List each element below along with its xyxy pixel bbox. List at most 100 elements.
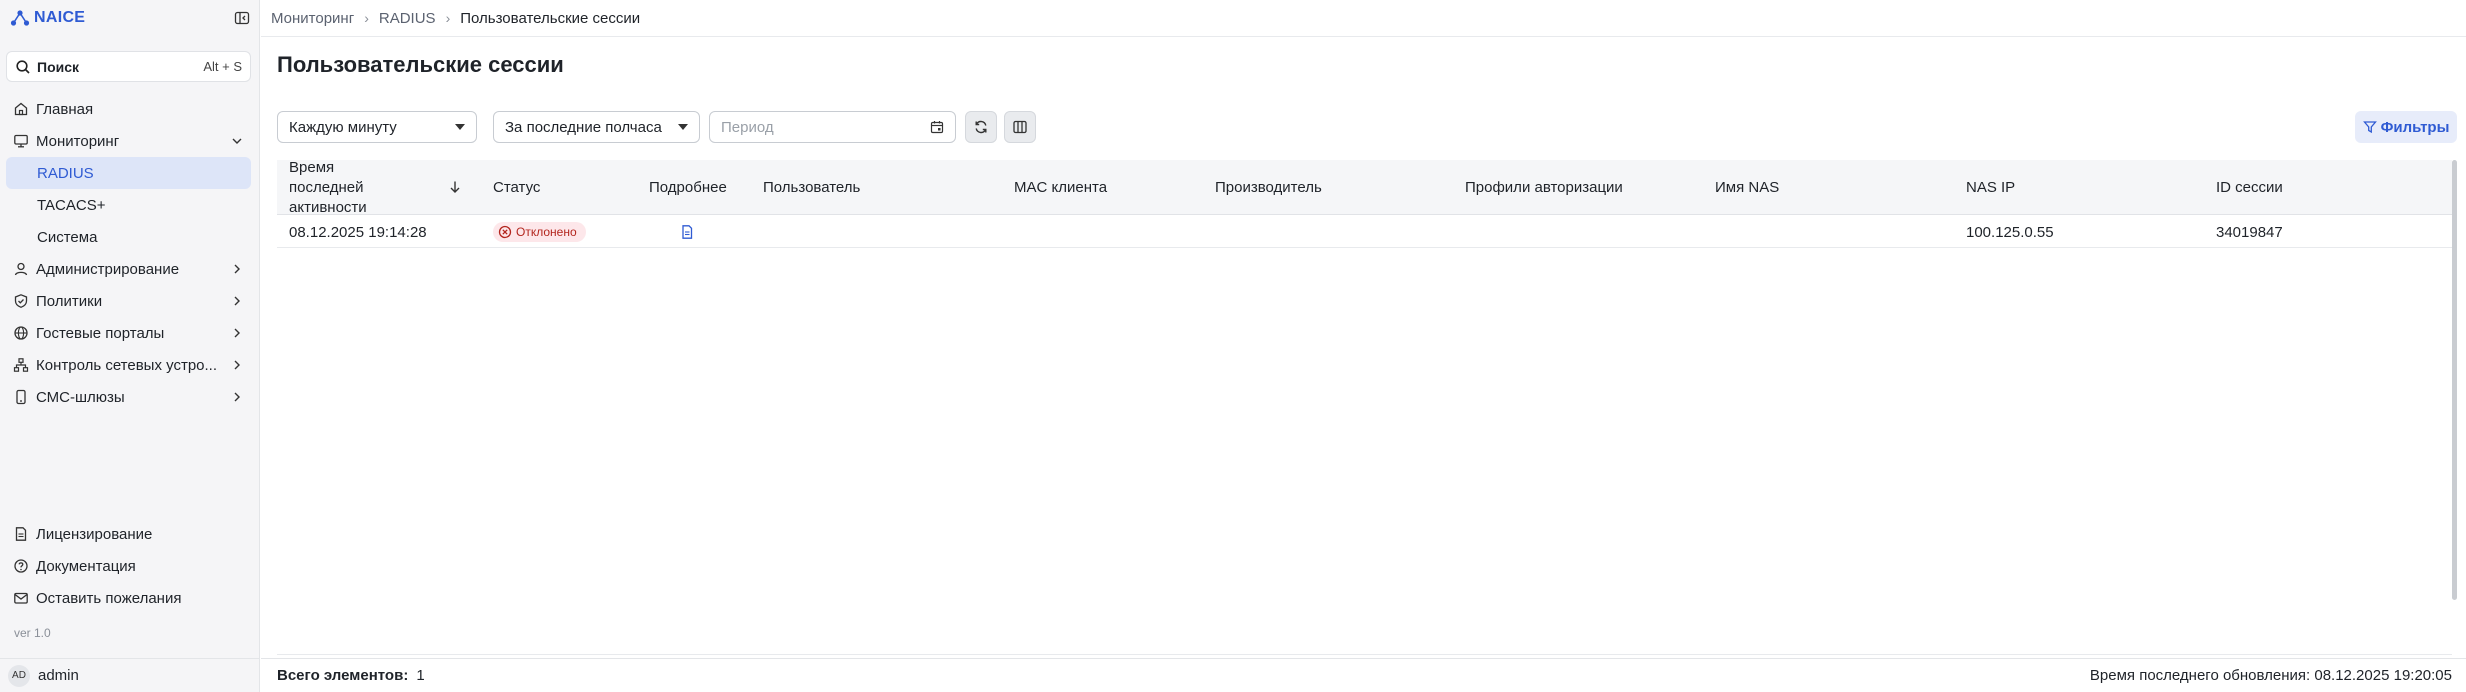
sidebar-item-label: Политики bbox=[36, 292, 103, 310]
network-icon bbox=[13, 358, 29, 372]
chevron-right-icon bbox=[234, 360, 240, 370]
home-icon bbox=[14, 102, 28, 116]
sidebar-item-label: Администрирование bbox=[36, 260, 180, 278]
column-header-session-id[interactable]: ID сессии bbox=[2216, 160, 2283, 215]
sessions-table: Время последней активности Статус Подроб… bbox=[277, 159, 2452, 654]
cell-session-id: 34019847 bbox=[2216, 223, 2283, 241]
sidebar-item-guest-portals[interactable]: Гостевые порталы bbox=[6, 317, 251, 349]
avatar: AD bbox=[8, 664, 30, 687]
filters-label: Фильтры bbox=[2380, 118, 2450, 136]
filters-button[interactable]: Фильтры bbox=[2355, 111, 2457, 143]
sidebar-item-system[interactable]: Система bbox=[6, 221, 251, 253]
cell-last-activity: 08.12.2025 19:14:28 bbox=[289, 223, 427, 241]
sort-descending-icon[interactable] bbox=[447, 179, 463, 195]
divider bbox=[261, 36, 2466, 37]
sidebar-item-label: TACACS+ bbox=[37, 196, 106, 214]
columns-button[interactable] bbox=[1004, 111, 1036, 143]
vertical-scrollbar[interactable] bbox=[2452, 160, 2457, 600]
sidebar-item-label: Система bbox=[37, 228, 98, 246]
sidebar-item-label: Лицензирование bbox=[36, 525, 153, 543]
breadcrumb: Мониторинг › RADIUS › Пользовательские с… bbox=[271, 0, 640, 36]
table-footer: Всего элементов: 1 Время последнего обно… bbox=[261, 658, 2466, 692]
sidebar-item-label: Оставить пожелания bbox=[36, 589, 182, 607]
sidebar-item-sms-gateways[interactable]: СМС-шлюзы bbox=[6, 381, 251, 413]
sidebar-item-monitoring[interactable]: Мониторинг bbox=[6, 125, 251, 157]
chevron-down-icon bbox=[232, 138, 242, 144]
search-shortcut-hint: Alt + S bbox=[203, 59, 242, 74]
breadcrumb-radius[interactable]: RADIUS bbox=[379, 10, 436, 27]
column-header-vendor[interactable]: Производитель bbox=[1215, 160, 1322, 215]
total-items-label: Всего элементов: bbox=[277, 667, 409, 684]
column-header-user[interactable]: Пользователь bbox=[763, 160, 860, 215]
chevron-right-icon bbox=[234, 296, 240, 306]
sidebar-item-administration[interactable]: Администрирование bbox=[6, 253, 251, 285]
sidebar-item-feedback[interactable]: Оставить пожелания bbox=[6, 582, 251, 614]
sidebar-item-label: Гостевые порталы bbox=[36, 324, 165, 342]
sidebar-item-radius[interactable]: RADIUS bbox=[6, 157, 251, 189]
sidebar-item-network-devices[interactable]: Контроль сетевых устро... bbox=[6, 349, 251, 381]
column-header-auth-profiles[interactable]: Профили авторизации bbox=[1465, 160, 1623, 215]
global-search[interactable]: Поиск Alt + S bbox=[6, 51, 251, 82]
user-name: admin bbox=[38, 667, 79, 684]
sidebar-item-label: Контроль сетевых устро... bbox=[36, 356, 218, 374]
chevron-right-icon bbox=[234, 392, 240, 402]
column-header-status[interactable]: Статус bbox=[493, 160, 540, 215]
sidebar-item-tacacs[interactable]: TACACS+ bbox=[6, 189, 251, 221]
sidebar-item-label: Главная bbox=[36, 100, 94, 118]
search-icon bbox=[16, 59, 30, 74]
phone-icon bbox=[16, 389, 26, 405]
chevron-right-icon bbox=[234, 264, 240, 274]
period-picker[interactable]: Период bbox=[709, 111, 956, 143]
table-header: Время последней активности Статус Подроб… bbox=[277, 159, 2452, 216]
status-text: Отклонено bbox=[516, 225, 577, 239]
details-document-icon[interactable] bbox=[679, 224, 695, 240]
sidebar: NAICE Поиск Alt + S Главная Мониторинг R… bbox=[0, 0, 260, 692]
sidebar-item-licensing[interactable]: Лицензирование bbox=[6, 518, 251, 550]
last-updated: Время последнего обновления: 08.12.2025 … bbox=[2089, 667, 2452, 684]
time-range-select[interactable]: За последние полчаса bbox=[493, 111, 700, 143]
cell-status: Отклонено bbox=[493, 216, 586, 248]
main-nav: Главная Мониторинг RADIUS TACACS+ Систем… bbox=[6, 93, 251, 413]
monitor-icon bbox=[14, 134, 28, 148]
cell-details bbox=[679, 216, 695, 248]
app-name: NAICE bbox=[34, 9, 86, 26]
sidebar-item-policies[interactable]: Политики bbox=[6, 285, 251, 317]
logo[interactable]: NAICE bbox=[10, 7, 250, 29]
calendar-icon bbox=[930, 121, 944, 134]
refresh-button[interactable] bbox=[965, 111, 997, 143]
breadcrumb-monitoring[interactable]: Мониторинг bbox=[271, 10, 354, 27]
user-icon bbox=[14, 262, 28, 276]
sidebar-item-label: Документация bbox=[36, 557, 136, 575]
toolbar: Каждую минуту За последние полчаса Перио… bbox=[277, 111, 2457, 143]
document-icon bbox=[15, 527, 27, 541]
refresh-interval-select[interactable]: Каждую минуту bbox=[277, 111, 477, 143]
sidebar-item-label: СМС-шлюзы bbox=[36, 388, 125, 406]
table-row[interactable]: 08.12.2025 19:14:28 Отклонено 100.125.0.… bbox=[277, 216, 2452, 248]
help-icon bbox=[14, 559, 28, 573]
status-badge: Отклонено bbox=[493, 222, 586, 242]
total-items-value: 1 bbox=[416, 667, 425, 684]
filter-icon bbox=[2362, 121, 2377, 134]
refresh-icon bbox=[975, 120, 987, 134]
globe-icon bbox=[14, 326, 28, 340]
sidebar-item-label: Мониторинг bbox=[36, 132, 120, 150]
caret-down-icon bbox=[678, 124, 688, 130]
sidebar-item-docs[interactable]: Документация bbox=[6, 550, 251, 582]
sidebar-item-home[interactable]: Главная bbox=[6, 93, 251, 125]
mail-icon bbox=[14, 592, 28, 604]
column-header-mac[interactable]: MAC клиента bbox=[1014, 160, 1107, 215]
column-header-last-activity[interactable]: Время последней активности bbox=[289, 159, 409, 216]
search-label: Поиск bbox=[37, 58, 80, 75]
column-header-nas-ip[interactable]: NAS IP bbox=[1966, 160, 2015, 215]
sidebar-collapse-icon[interactable] bbox=[234, 10, 250, 26]
chevron-right-icon bbox=[234, 328, 240, 338]
shield-icon bbox=[14, 294, 28, 308]
divider bbox=[277, 654, 2452, 655]
logo-icon bbox=[10, 10, 30, 26]
column-header-details[interactable]: Подробнее bbox=[649, 160, 727, 215]
user-menu[interactable]: AD admin bbox=[0, 658, 260, 692]
chevron-right-icon: › bbox=[364, 10, 369, 26]
column-header-nas-name[interactable]: Имя NAS bbox=[1715, 160, 1779, 215]
period-placeholder: Период bbox=[721, 118, 774, 136]
app-version: ver 1.0 bbox=[14, 626, 51, 640]
